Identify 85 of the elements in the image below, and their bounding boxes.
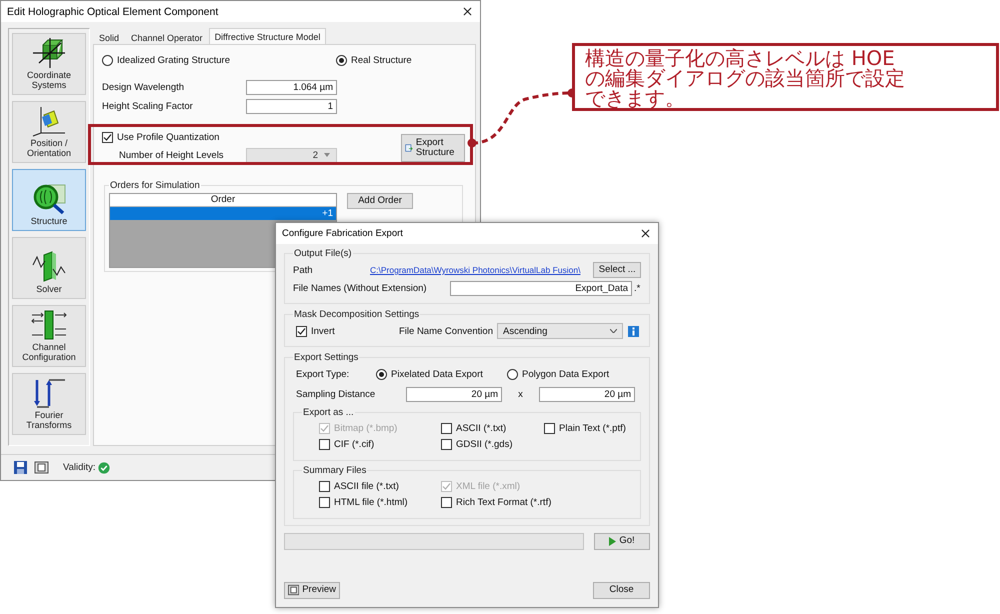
field-label: File Name Convention: [399, 326, 494, 336]
field-label: Number of Height Levels: [119, 150, 225, 160]
document-icon: [405, 142, 413, 154]
checkbox-label: ASCII (*.txt): [441, 423, 544, 434]
check-icon: [98, 462, 110, 474]
category-button[interactable]: Solver: [12, 237, 86, 299]
save-icon[interactable]: [13, 460, 28, 475]
radio-button[interactable]: [336, 55, 347, 66]
validity-label: Validity:: [63, 462, 96, 473]
table-row[interactable]: +1: [110, 207, 336, 220]
callout-text: 構造の量子化の高さレベルは HOE の編集ダイアログの該当箇所で設定できます。: [585, 48, 906, 108]
close-icon[interactable]: [639, 227, 652, 240]
checkbox[interactable]: [441, 423, 452, 434]
field-label: Sampling Distance: [296, 388, 376, 400]
convention-dropdown[interactable]: Ascending: [497, 323, 623, 339]
radio-button[interactable]: [376, 368, 387, 380]
close-button[interactable]: Close: [593, 582, 650, 598]
checkbox-label: XML file (*.xml): [441, 481, 632, 492]
checkbox[interactable]: [319, 439, 330, 450]
group-title: Output File(s): [293, 248, 353, 259]
field-label: Path: [293, 264, 314, 276]
input-field[interactable]: 20 µm: [406, 386, 502, 402]
field-label: File Names (Without Extension): [293, 282, 428, 294]
category-button[interactable]: Channel Configuration: [12, 305, 86, 367]
input-field[interactable]: Export_Data: [450, 280, 632, 296]
tab[interactable]: Solid: [93, 30, 126, 44]
checkbox-label: CIF (*.cif): [319, 439, 441, 450]
group-title: Mask Decomposition Settings: [293, 309, 420, 320]
radio-option[interactable]: Real Structure: [336, 55, 475, 66]
category-button[interactable]: Coordinate Systems: [12, 33, 86, 95]
checkbox[interactable]: [441, 439, 452, 450]
radio-option[interactable]: Idealized Grating Structure: [102, 55, 336, 66]
preview-button[interactable]: Preview: [284, 582, 340, 598]
path-link[interactable]: C:\ProgramData\Wyrowski Photonics\VirtualLab Fusion\: [370, 265, 594, 275]
tab[interactable]: Diffrective Structure Model: [208, 28, 326, 44]
select-button[interactable]: Select ...: [593, 262, 641, 278]
group-title: Export Settings: [293, 352, 360, 363]
checkbox-label: Invert: [293, 326, 399, 336]
levels-dropdown[interactable]: 2: [246, 148, 337, 162]
field-label: Design Wavelength: [102, 82, 186, 93]
times-label: x: [517, 388, 524, 400]
close-icon[interactable]: [461, 5, 474, 18]
tab[interactable]: Channel Operator: [125, 30, 209, 44]
checkbox[interactable]: [319, 497, 330, 508]
checkbox-label: HTML file (*.html): [319, 497, 441, 508]
column-header: Order: [110, 194, 336, 207]
category-button[interactable]: Position / Orientation: [12, 101, 86, 163]
checkbox-label: GDSII (*.gds): [441, 439, 544, 450]
input-field[interactable]: 20 µm: [539, 386, 635, 402]
field-label: Height Scaling Factor: [102, 101, 194, 112]
checkbox[interactable]: [544, 423, 555, 434]
radio-button[interactable]: [507, 368, 518, 380]
radio-option[interactable]: Pixelated Data Export: [376, 368, 507, 380]
checkbox[interactable]: [102, 132, 113, 142]
channel-block-icon: [29, 309, 69, 341]
category-button[interactable]: Fourier Transforms: [12, 373, 86, 435]
group-title: Summary Files: [302, 465, 368, 476]
info-icon[interactable]: [628, 326, 639, 336]
go-button[interactable]: Go!: [594, 532, 650, 550]
checkbox-label: Rich Text Format (*.rtf): [441, 497, 632, 508]
dialog-title: Configure Fabrication Export: [282, 228, 403, 239]
play-icon: [609, 536, 616, 546]
input-field[interactable]: 1: [246, 99, 337, 114]
radio-option[interactable]: Polygon Data Export: [507, 368, 638, 380]
checkbox[interactable]: [441, 497, 452, 508]
checkbox[interactable]: [296, 326, 307, 336]
extension-label: .*: [634, 282, 640, 294]
group-title: Export as ...: [302, 407, 355, 418]
add-order-button[interactable]: Add Order: [347, 193, 413, 209]
preview-icon[interactable]: [34, 460, 49, 475]
caret-icon: [610, 329, 617, 333]
category-button[interactable]: Structure: [12, 169, 86, 231]
checkbox-label: Plain Text (*.ptf): [544, 423, 632, 434]
checkbox-label: Use Profile Quantization: [102, 132, 337, 142]
export-structure-button[interactable]: Export Structure: [401, 134, 465, 162]
checkbox[interactable]: [319, 481, 330, 492]
group-title: Orders for Simulation: [109, 180, 201, 191]
field-label: Export Type:: [296, 368, 350, 380]
preview-icon: [288, 584, 300, 596]
checkbox-label: ASCII file (*.txt): [319, 481, 441, 492]
window-title: Edit Holographic Optical Element Component: [7, 6, 218, 18]
radio-button[interactable]: [102, 55, 113, 66]
caret-icon: [324, 153, 330, 157]
input-field[interactable]: 1.064 µm: [246, 80, 337, 95]
checkbox-label: Bitmap (*.bmp): [319, 423, 441, 434]
